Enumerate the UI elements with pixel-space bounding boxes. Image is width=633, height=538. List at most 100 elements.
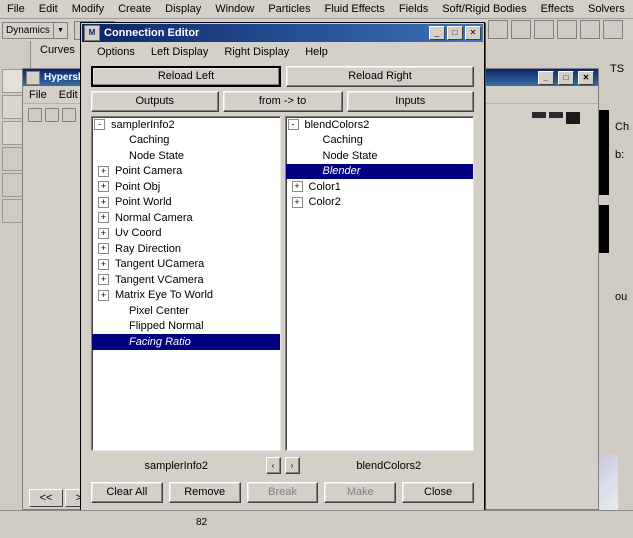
status-right-button-2[interactable] [511,20,531,39]
connection-editor-window: M Connection Editor _ □ ✕ Options Left D… [80,22,485,512]
expand-expander-icon[interactable]: + [98,289,109,301]
list-item-label: Point Camera [115,165,183,178]
list-item[interactable]: + Matrix Eye To World [92,288,280,304]
status-right-button-3[interactable] [534,20,554,39]
hypershade-view-button-1[interactable] [532,112,546,118]
menu-particles[interactable]: Particles [261,1,317,18]
list-item-label: Blender [322,165,361,178]
menu-solvers[interactable]: Solvers [581,1,632,18]
connection-editor-close-button[interactable]: ✕ [465,26,481,40]
list-item[interactable]: - blendColors2 [286,117,474,133]
connection-editor-maximize-button[interactable]: □ [447,26,463,40]
outputs-header[interactable]: Outputs [91,91,219,112]
make-button[interactable]: Make [324,482,397,503]
ce-menu-options[interactable]: Options [89,46,143,58]
list-item[interactable]: + Normal Camera [92,210,280,226]
list-item[interactable]: + Point World [92,195,280,211]
hypershade-view-button-2[interactable] [549,112,563,118]
left-attribute-list[interactable]: - samplerInfo2 Caching Node State + Poin… [91,116,281,451]
reload-right-button[interactable]: Reload Right [286,66,474,87]
hypershade-view-button-3[interactable] [566,112,580,124]
list-item[interactable]: + Ray Direction [92,241,280,257]
hypershade-tool-2[interactable] [45,108,59,122]
list-item[interactable]: Node State [92,148,280,164]
list-item-label: Tangent UCamera [115,258,205,271]
ce-menu-left-display[interactable]: Left Display [143,46,216,58]
no-expander-icon [306,150,317,161]
list-item[interactable]: + Point Camera [92,164,280,180]
list-item-label: samplerInfo2 [111,118,175,131]
collapse-expander-icon[interactable]: - [94,119,105,131]
connection-editor-menu-bar: Options Left Display Right Display Help [81,43,484,61]
clear-all-button[interactable]: Clear All [91,482,163,503]
hypershade-prev-button[interactable]: << [29,489,63,507]
maya-menu-bar: File Edit Modify Create Display Window P… [0,0,633,19]
nav-prev-button[interactable]: ‹ [265,457,281,474]
menu-fields[interactable]: Fields [392,1,435,18]
menu-effects[interactable]: Effects [534,1,581,18]
list-item-label: Ray Direction [115,242,182,255]
hypershade-close-button[interactable]: ✕ [578,70,594,85]
expand-expander-icon[interactable]: + [291,181,303,193]
expand-expander-icon[interactable]: + [98,258,109,270]
expand-expander-icon[interactable]: + [98,274,109,286]
close-button[interactable]: Close [402,482,474,503]
expand-expander-icon[interactable]: + [98,165,109,177]
list-item-label: Color2 [308,196,341,209]
status-right-button-1[interactable] [488,20,508,39]
nav-next-button[interactable]: › [284,457,300,474]
menu-create[interactable]: Create [111,1,158,18]
expand-expander-icon[interactable]: + [98,196,109,208]
right-attribute-list[interactable]: - blendColors2 Caching Node State Blende… [284,116,474,451]
collapse-expander-icon[interactable]: - [287,119,299,131]
hypershade-tool-3[interactable] [62,108,76,122]
inputs-header[interactable]: Inputs [346,91,474,112]
status-right-button-5[interactable] [580,20,600,39]
list-item[interactable]: + Point Obj [92,179,280,195]
status-right-button-4[interactable] [557,20,577,39]
menu-edit[interactable]: Edit [32,1,65,18]
status-right-button-6[interactable] [603,20,623,39]
list-item[interactable]: + Tangent VCamera [92,272,280,288]
hypershade-minimize-button[interactable]: _ [538,70,554,85]
list-item-selected[interactable]: Blender [285,163,473,179]
list-item[interactable]: Pixel Center [92,303,280,319]
direction-header[interactable]: from -> to [222,91,343,112]
list-item-label: Normal Camera [115,211,193,224]
list-item[interactable]: Caching [92,133,280,149]
connection-editor-titlebar[interactable]: M Connection Editor _ □ ✕ [82,24,483,42]
hypershade-maximize-button[interactable]: □ [558,70,574,85]
list-item[interactable]: Node State [286,148,474,164]
menu-display[interactable]: Display [158,1,208,18]
list-item[interactable]: + Color2 [286,195,474,211]
expand-expander-icon[interactable]: + [98,212,109,224]
expand-expander-icon[interactable]: + [98,243,109,255]
chevron-down-icon[interactable]: ▼ [53,22,67,38]
menu-modify[interactable]: Modify [65,1,111,18]
break-button[interactable]: Break [246,482,319,503]
menu-set-combo[interactable]: Dynamics ▼ [2,21,68,39]
ce-menu-help[interactable]: Help [297,46,336,58]
node-name-row: samplerInfo2 ‹ › blendColors2 [83,451,482,474]
no-expander-icon [112,150,123,161]
ce-menu-right-display[interactable]: Right Display [216,46,297,58]
menu-soft-rigid-bodies[interactable]: Soft/Rigid Bodies [435,1,533,18]
menu-window[interactable]: Window [208,1,261,18]
list-item[interactable]: - samplerInfo2 [92,117,280,133]
reload-left-button[interactable]: Reload Left [91,66,281,87]
list-item[interactable]: Caching [286,133,474,149]
list-item[interactable]: + Color1 [286,179,474,195]
hypershade-menu-file[interactable]: File [23,89,53,101]
list-item[interactable]: + Uv Coord [92,226,280,242]
remove-button[interactable]: Remove [168,482,241,503]
expand-expander-icon[interactable]: + [98,227,109,239]
menu-file[interactable]: File [0,1,32,18]
menu-fluid-effects[interactable]: Fluid Effects [318,1,392,18]
connection-editor-minimize-button[interactable]: _ [429,26,445,40]
expand-expander-icon[interactable]: + [98,181,109,193]
hypershade-tool-1[interactable] [28,108,42,122]
list-item[interactable]: + Tangent UCamera [92,257,280,273]
list-item-selected[interactable]: Facing Ratio [92,334,280,350]
expand-expander-icon[interactable]: + [291,196,303,208]
list-item[interactable]: Flipped Normal [92,319,280,335]
